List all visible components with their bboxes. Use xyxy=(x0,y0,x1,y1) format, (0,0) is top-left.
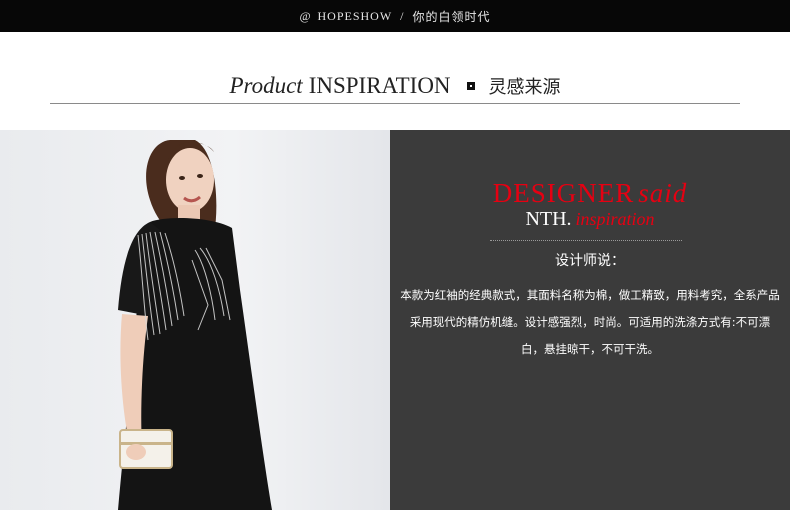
section-title: Product INSPIRATION xyxy=(229,73,450,99)
model-illustration xyxy=(118,140,272,510)
model-photo xyxy=(0,130,390,510)
description-line: 本款为红袖的经典款式，其面料名称为棉，做工精致，用料考究，全系产品 xyxy=(400,288,780,302)
at-symbol: @ xyxy=(299,8,312,23)
nth-word: NTH. xyxy=(525,208,572,230)
designer-description: 本款为红袖的经典款式，其面料名称为棉，做工精致，用料考究，全系产品 采用现代的精… xyxy=(390,282,790,363)
inspiration-word: inspiration xyxy=(575,209,655,229)
designer-word: DESIGNER xyxy=(492,178,635,208)
brand-name[interactable]: HOPESHOW xyxy=(318,9,393,24)
section-header: Product INSPIRATION 灵感来源 xyxy=(50,68,740,104)
section-title-main: INSPIRATION xyxy=(308,72,451,98)
top-brand-bar: @ HOPESHOW / 你的白领时代 xyxy=(0,0,790,32)
brand-separator: / xyxy=(400,8,405,23)
said-word: said xyxy=(638,178,688,208)
nth-subheadline: NTH. inspiration xyxy=(390,208,790,231)
brand-slogan: 你的白领时代 xyxy=(412,9,491,24)
square-bullet-icon xyxy=(466,81,475,90)
designer-says-label: 设计师说： xyxy=(555,253,625,269)
dotted-divider xyxy=(490,240,682,241)
section-title-cn: 灵感来源 xyxy=(488,76,561,98)
designer-panel: DESIGNER said NTH. inspiration 设计师说： 本款为红袖… xyxy=(390,130,790,510)
description-line: 采用现代的精仿机缝。设计感强烈，时尚。可适用的洗涤方式有:不可漂 xyxy=(409,315,771,329)
designer-headline: DESIGNER said xyxy=(390,178,790,209)
description-line: 白，悬挂晾干，不可干洗。 xyxy=(521,342,659,356)
section-title-italic: Product xyxy=(229,72,303,98)
